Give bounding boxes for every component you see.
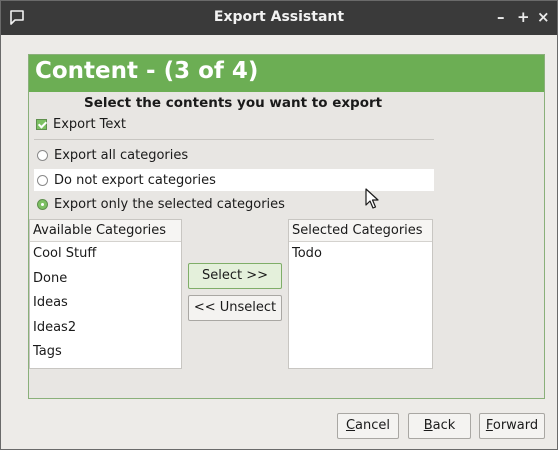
radio-unselected-icon[interactable]: [37, 149, 48, 161]
available-categories-list[interactable]: Available Categories Cool Stuff Done Ide…: [29, 219, 182, 369]
export-assistant-window: Export Assistant – + × Content - (3 of 4…: [0, 0, 558, 450]
list-item[interactable]: Cool Stuff: [30, 242, 181, 267]
cancel-button[interactable]: Cancel: [337, 413, 399, 439]
minimize-button[interactable]: –: [497, 8, 505, 26]
radio-label: Export all categories: [54, 147, 189, 163]
radio-label: Export only the selected categories: [54, 196, 285, 212]
list-item[interactable]: Tags: [30, 340, 181, 365]
list-item[interactable]: Ideas: [30, 291, 181, 316]
available-categories-header: Available Categories: [30, 220, 181, 242]
export-text-checkbox[interactable]: Export Text: [36, 117, 126, 132]
close-button[interactable]: ×: [537, 8, 550, 26]
cancel-mnemonic: C: [345, 418, 356, 433]
forward-mnemonic: F: [485, 418, 493, 433]
radio-selected-icon[interactable]: [37, 198, 48, 210]
instructions-label: Select the contents you want to export: [84, 95, 383, 111]
back-button[interactable]: Back: [408, 413, 471, 439]
selected-categories-header: Selected Categories: [289, 220, 432, 242]
maximize-button[interactable]: +: [517, 8, 530, 26]
radio-label: Do not export categories: [54, 172, 216, 188]
mouse-pointer-icon: [365, 188, 379, 209]
content-panel: Content - (3 of 4) Select the contents y…: [28, 54, 545, 399]
selected-categories-list[interactable]: Selected Categories Todo: [288, 219, 433, 369]
list-item[interactable]: Ideas2: [30, 316, 181, 341]
cancel-label: ancel: [355, 418, 391, 433]
separator: [34, 139, 434, 140]
radio-unselected-icon[interactable]: [37, 174, 48, 186]
title-bar[interactable]: Export Assistant – + ×: [1, 1, 557, 35]
back-label: ack: [432, 418, 456, 433]
radio-export-all-categories[interactable]: Export all categories: [34, 144, 434, 166]
list-item[interactable]: Done: [30, 267, 181, 292]
list-item[interactable]: Todo: [289, 242, 432, 267]
unselect-button[interactable]: << Unselect: [188, 295, 282, 321]
select-button[interactable]: Select >>: [188, 263, 282, 289]
page-title: Content - (3 of 4): [29, 55, 544, 92]
export-text-label: Export Text: [53, 117, 126, 132]
back-mnemonic: B: [423, 418, 433, 433]
forward-label: orward: [492, 418, 539, 433]
window-title: Export Assistant: [213, 9, 345, 25]
forward-button[interactable]: Forward: [479, 413, 545, 439]
checkbox-checked-icon[interactable]: [36, 119, 47, 130]
